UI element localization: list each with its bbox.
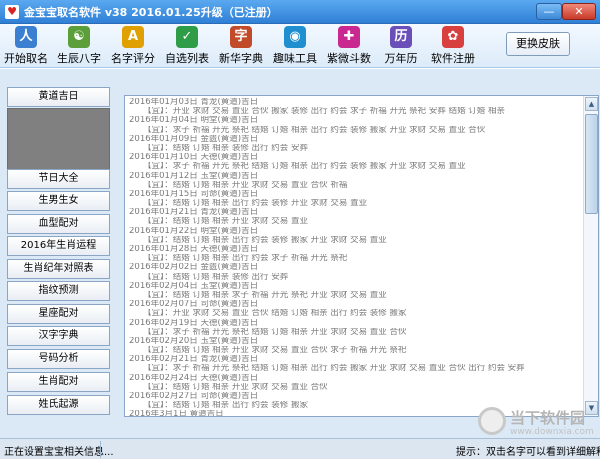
toolbar-fun-tools[interactable]: ◉ 趣味工具 bbox=[270, 26, 320, 66]
toolbar-calendar[interactable]: 历 万年历 bbox=[380, 26, 422, 66]
window-title: 金宝宝取名软件 v38 2016.01.25升级（已注册） bbox=[24, 6, 278, 19]
sidebar-item-number-analysis[interactable]: 号码分析 bbox=[7, 349, 110, 369]
people-icon: 人 bbox=[15, 26, 37, 48]
change-skin-button[interactable]: 更换皮肤 bbox=[506, 32, 570, 56]
watermark: 当下软件园 www.downxia.com bbox=[478, 405, 596, 439]
log-line: 【宜】：结婚 订婚 相亲 出行 约会 装修 开业 求财 交易 置业 bbox=[143, 199, 368, 209]
log-line: 2016年02月19日 天德(黄道)吉日 bbox=[129, 318, 259, 328]
log-line: 【宜】：结婚 订婚 相亲 开业 求财 交易 置业 合伙 求子 祈福 开光 祭祀 bbox=[143, 346, 407, 356]
log-line: 【宜】：开业 求财 交易 置业 合伙 结婚 订婚 相亲 出行 约会 装修 搬家 bbox=[143, 309, 407, 319]
log-line: 2016年02月04日 玉堂(黄道)吉日 bbox=[129, 281, 259, 291]
log-line: 2016年01月03日 青龙(黄道)吉日 bbox=[129, 98, 259, 107]
log-line: 2016年01月15日 司命(黄道)吉日 bbox=[129, 189, 259, 199]
calendar-icon: 历 bbox=[390, 26, 412, 48]
log-line: 2016年02月07日 司命(黄道)吉日 bbox=[129, 300, 259, 310]
log-line: 【宜】：开业 求财 交易 置业 合伙 搬家 装修 出行 约会 求子 祈福 开光 … bbox=[143, 107, 505, 117]
sidebar-item-surname-origin[interactable]: 姓氏起源 bbox=[7, 395, 110, 415]
auspicious-days-text: 2016年01月03日 青龙(黄道)吉日 【宜】：开业 求财 交易 置业 合伙 搬… bbox=[129, 98, 575, 416]
sidebar-item-zodiac-fortune[interactable]: 2016年生肖运程 bbox=[7, 236, 110, 256]
toolbar-custom-list[interactable]: ✓ 自选列表 bbox=[162, 26, 212, 66]
toolbar-ziwei[interactable]: ✚ 紫微斗数 bbox=[324, 26, 374, 66]
sidebar-item-hanzi-dictionary[interactable]: 汉字字典 bbox=[7, 326, 110, 346]
toolbar-birth-chart[interactable]: ☯ 生辰八字 bbox=[54, 26, 104, 66]
log-line: 2016年01月12日 玉堂(黄道)吉日 bbox=[129, 171, 259, 181]
toolbar-label: 名字评分 bbox=[111, 52, 155, 65]
watermark-logo-icon bbox=[478, 407, 506, 435]
sidebar: 黄道吉日 节日大全 生男生女 血型配对 2016年生肖运程 生肖纪年对照表 指纹… bbox=[0, 69, 118, 438]
log-line: 2016年02月27日 司命(黄道)吉日 bbox=[129, 392, 259, 401]
watermark-url: www.downxia.com bbox=[510, 427, 594, 437]
gear-icon: ✿ bbox=[442, 26, 464, 48]
sidebar-item-auspicious-days[interactable]: 黄道吉日 bbox=[7, 87, 110, 107]
title-bar: ♥ 金宝宝取名软件 v38 2016.01.25升级（已注册） — ✕ bbox=[0, 0, 600, 24]
toolbar-name-score[interactable]: A 名字评分 bbox=[108, 26, 158, 66]
sidebar-item-boy-girl[interactable]: 生男生女 bbox=[7, 191, 110, 211]
log-line: 2016年01月10日 天德(黄道)吉日 bbox=[129, 153, 259, 163]
toolbar-label: 万年历 bbox=[384, 52, 418, 65]
globe-icon: ◉ bbox=[284, 26, 306, 48]
log-line: 【宜】：求子 祈福 开光 祭祀 结婚 订婚 相亲 开业 求财 交易 置业 合伙 bbox=[143, 327, 407, 337]
status-bar: 正在设置宝宝相关信息... 提示：双击名字可以看到详细解释 bbox=[0, 438, 600, 459]
log-line: 【宜】：结婚 订婚 相亲 出行 约会 求子 祈福 开光 祭祀 bbox=[143, 254, 348, 264]
scroll-thumb[interactable] bbox=[585, 114, 598, 214]
minimize-button[interactable]: — bbox=[536, 3, 562, 20]
log-line: 【宜】：结婚 订婚 相亲 出行 约会 装修 搬家 开业 求财 交易 置业 bbox=[143, 235, 387, 245]
toolbar-label: 生辰八字 bbox=[57, 52, 101, 65]
toolbar-label: 自选列表 bbox=[165, 52, 209, 65]
watermark-text: 当下软件园 bbox=[510, 409, 586, 427]
log-line: 【宜】：求子 祈福 开光 祭祀 结婚 订婚 相亲 出行 约会 搬家 开业 求财 … bbox=[143, 364, 525, 374]
toolbar-label: 开始取名 bbox=[4, 52, 48, 65]
toolbar: 人 开始取名 ☯ 生辰八字 A 名字评分 ✓ 自选列表 字 新华字典 ◉ 趣味工… bbox=[0, 24, 600, 68]
sidebar-item-festivals[interactable]: 节日大全 bbox=[7, 169, 110, 189]
sidebar-item-constellation[interactable]: 星座配对 bbox=[7, 304, 110, 324]
log-line: 2016年02月21日 青龙(黄道)吉日 bbox=[129, 355, 259, 365]
log-line: 【宜】：结婚 订婚 相亲 求子 祈福 开光 祭祀 开业 求财 交易 置业 bbox=[143, 290, 387, 300]
log-line: 2016年02月20日 玉堂(黄道)吉日 bbox=[129, 336, 259, 346]
log-line: 2016年01月09日 金匮(黄道)吉日 bbox=[129, 134, 259, 144]
status-separator bbox=[100, 441, 101, 458]
toolbar-label: 软件注册 bbox=[431, 52, 475, 65]
log-line: 【宜】：结婚 订婚 相亲 开业 求财 交易 置业 合伙 bbox=[143, 382, 328, 392]
log-line: 【宜】：结婚 订婚 相亲 装修 出行 安葬 bbox=[143, 272, 289, 282]
abc-book-icon: A bbox=[122, 26, 144, 48]
toolbar-label: 新华字典 bbox=[219, 52, 263, 65]
status-message: 正在设置宝宝相关信息... bbox=[4, 447, 114, 458]
toolbar-start-naming[interactable]: 人 开始取名 bbox=[2, 26, 50, 66]
scroll-up-icon[interactable]: ▲ bbox=[585, 97, 598, 111]
main-content: 2016年01月03日 青龙(黄道)吉日 【宜】：开业 求财 交易 置业 合伙 搬… bbox=[118, 69, 600, 438]
log-line: 2016年02月24日 天德(黄道)吉日 bbox=[129, 373, 259, 383]
vertical-scrollbar[interactable]: ▲ ▼ bbox=[583, 96, 598, 416]
toolbar-label: 紫微斗数 bbox=[327, 52, 371, 65]
log-line: 2016年01月04日 明堂(黄道)吉日 bbox=[129, 116, 259, 126]
status-hint: 提示：双击名字可以看到详细解释 bbox=[456, 447, 600, 458]
toolbar-register[interactable]: ✿ 软件注册 bbox=[428, 26, 478, 66]
toolbar-label: 趣味工具 bbox=[273, 52, 317, 65]
yin-yang-icon: ☯ bbox=[68, 26, 90, 48]
dictionary-icon: 字 bbox=[230, 26, 252, 48]
toolbar-dictionary[interactable]: 字 新华字典 bbox=[216, 26, 266, 66]
log-line: 【宜】：结婚 订婚 相亲 开业 求财 交易 置业 合伙 祈福 bbox=[143, 180, 348, 190]
preview-box bbox=[7, 108, 110, 170]
auspicious-days-list[interactable]: 2016年01月03日 青龙(黄道)吉日 【宜】：开业 求财 交易 置业 合伙 搬… bbox=[124, 95, 599, 417]
list-icon: ✓ bbox=[176, 26, 198, 48]
log-line: 【宜】：结婚 订婚 相亲 装修 出行 约会 安葬 bbox=[143, 143, 308, 153]
log-line: 2016年01月28日 天德(黄道)吉日 bbox=[129, 245, 259, 254]
sidebar-item-zodiac-table[interactable]: 生肖纪年对照表 bbox=[7, 259, 110, 279]
sidebar-item-fingerprint[interactable]: 指纹预测 bbox=[7, 281, 110, 301]
sidebar-item-blood-type[interactable]: 血型配对 bbox=[7, 214, 110, 234]
log-line: 2016年01月22日 明堂(黄道)吉日 bbox=[129, 226, 259, 236]
log-line: 2016年02月02日 金匮(黄道)吉日 bbox=[129, 263, 259, 273]
log-line: 2016年01月21日 青龙(黄道)吉日 bbox=[129, 208, 259, 218]
sign-icon: ✚ bbox=[338, 26, 360, 48]
log-line: 【宜】：求子 祈福 开光 祭祀 结婚 订婚 相亲 出行 约会 装修 搬家 开业 … bbox=[143, 162, 466, 172]
log-line: 【宜】：结婚 订婚 相亲 开业 求财 交易 置业 bbox=[143, 217, 308, 227]
close-button[interactable]: ✕ bbox=[562, 3, 596, 20]
app-heart-icon: ♥ bbox=[5, 5, 19, 19]
sidebar-item-zodiac-match[interactable]: 生肖配对 bbox=[7, 372, 110, 392]
log-line: 【宜】：求子 祈福 开光 祭祀 结婚 订婚 相亲 出行 约会 装修 搬家 开业 … bbox=[143, 125, 486, 135]
